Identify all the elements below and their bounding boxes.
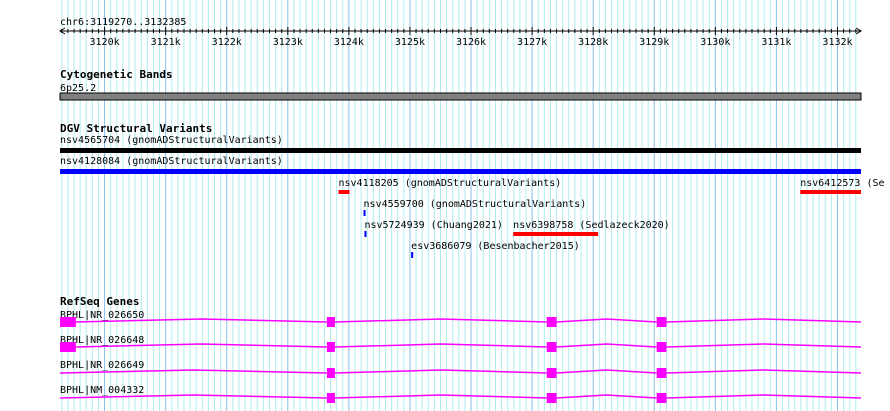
variant-bar[interactable]: [411, 252, 414, 258]
exon-block: [546, 317, 557, 327]
cytoband-track: Cytogenetic Bands 6p25.2: [59, 68, 862, 101]
variant-bar[interactable]: [364, 231, 367, 237]
gene-transcript[interactable]: BPHL|NR_026648: [60, 335, 862, 352]
exon-block: [60, 317, 76, 327]
variant-label: esv3686079 (Besenbacher2015): [411, 241, 580, 252]
gene-transcript[interactable]: BPHL|NR_026650: [60, 310, 862, 327]
ruler-tick-label: 3121k: [151, 37, 181, 48]
variant-feature[interactable]: nsv4559700 (gnomADStructuralVariants): [363, 199, 587, 216]
genes-track-title: RefSeq Genes: [60, 295, 139, 308]
variant-label: nsv5724939 (Chuang2021): [364, 220, 502, 231]
exon-block: [326, 317, 335, 327]
ruler-tick-label: 3125k: [395, 37, 425, 48]
variant-bar[interactable]: [513, 232, 599, 236]
exon-block: [546, 368, 557, 378]
variant-bar[interactable]: [363, 210, 366, 216]
ruler-location: chr6:3119270..3132385: [60, 17, 186, 28]
exon-block: [656, 393, 667, 403]
ruler-tick-label: 3127k: [517, 37, 547, 48]
ruler-tick-label: 3126k: [456, 37, 486, 48]
exon-block: [60, 342, 76, 352]
variant-feature[interactable]: nsv4565704 (gnomADStructuralVariants): [60, 135, 861, 153]
exon-block: [656, 342, 667, 352]
gene-label: BPHL|NM_004332: [60, 385, 144, 396]
exon-block: [326, 393, 335, 403]
ruler-tick-label: 3122k: [212, 37, 242, 48]
cytoband-bar[interactable]: [59, 92, 862, 101]
variant-feature[interactable]: nsv4118205 (gnomADStructuralVariants): [338, 178, 562, 194]
ruler-tick-label: 3128k: [578, 37, 608, 48]
variant-label: nsv4559700 (gnomADStructuralVariants): [364, 199, 587, 210]
cytoband-track-title: Cytogenetic Bands: [60, 68, 173, 81]
exon-block: [656, 368, 667, 378]
gene-transcript[interactable]: BPHL|NR_026649: [59, 360, 862, 378]
gene-transcript[interactable]: BPHL|NM_004332: [59, 385, 862, 403]
variant-feature[interactable]: nsv6398758 (Sedlazeck2020): [513, 220, 670, 236]
variant-label: nsv6398758 (Sedlazeck2020): [513, 220, 670, 231]
exon-block: [546, 342, 557, 352]
variant-label: nsv6412573 (Se: [800, 178, 884, 189]
variant-bar[interactable]: [338, 190, 350, 194]
variant-label: nsv4118205 (gnomADStructuralVariants): [339, 178, 562, 189]
variant-label: nsv4128084 (gnomADStructuralVariants): [60, 156, 283, 167]
variant-bar[interactable]: [60, 148, 861, 153]
variant-label: nsv4565704 (gnomADStructuralVariants): [60, 135, 283, 146]
exon-block: [656, 317, 667, 327]
cytoband-label: 6p25.2: [60, 83, 96, 94]
exon-block: [326, 368, 335, 378]
genome-browser-panel: chr6:3119270..3132385 3120k 3121k 3122k 312…: [0, 0, 890, 411]
exon-block: [546, 393, 557, 403]
variant-feature[interactable]: nsv6412573 (Se: [800, 178, 885, 194]
dgv-track-title: DGV Structural Variants: [60, 122, 212, 135]
ruler-tick-label: 3124k: [334, 37, 364, 48]
exon-block: [326, 342, 335, 352]
variant-bar[interactable]: [800, 190, 861, 194]
refseq-genes-track: RefSeq Genes BPHL|NR_026650 BPHL|NR_02664…: [59, 295, 862, 403]
gene-label: BPHL|NR_026649: [60, 360, 144, 371]
ruler-tick-label: 3131k: [761, 37, 791, 48]
ruler-tick-label: 3123k: [273, 37, 303, 48]
variant-bar[interactable]: [60, 169, 861, 174]
ruler-tick-label: 3130k: [700, 37, 730, 48]
ruler-tick-label: 3120k: [90, 37, 120, 48]
track-canvas: chr6:3119270..3132385 3120k 3121k 3122k 312…: [59, 0, 885, 411]
variant-feature[interactable]: nsv4128084 (gnomADStructuralVariants): [60, 156, 861, 174]
position-ruler: chr6:3119270..3132385 3120k 3121k 3122k 312…: [59, 17, 862, 48]
ruler-tick-label: 3129k: [639, 37, 669, 48]
ruler-tick-label: 3132k: [822, 37, 852, 48]
